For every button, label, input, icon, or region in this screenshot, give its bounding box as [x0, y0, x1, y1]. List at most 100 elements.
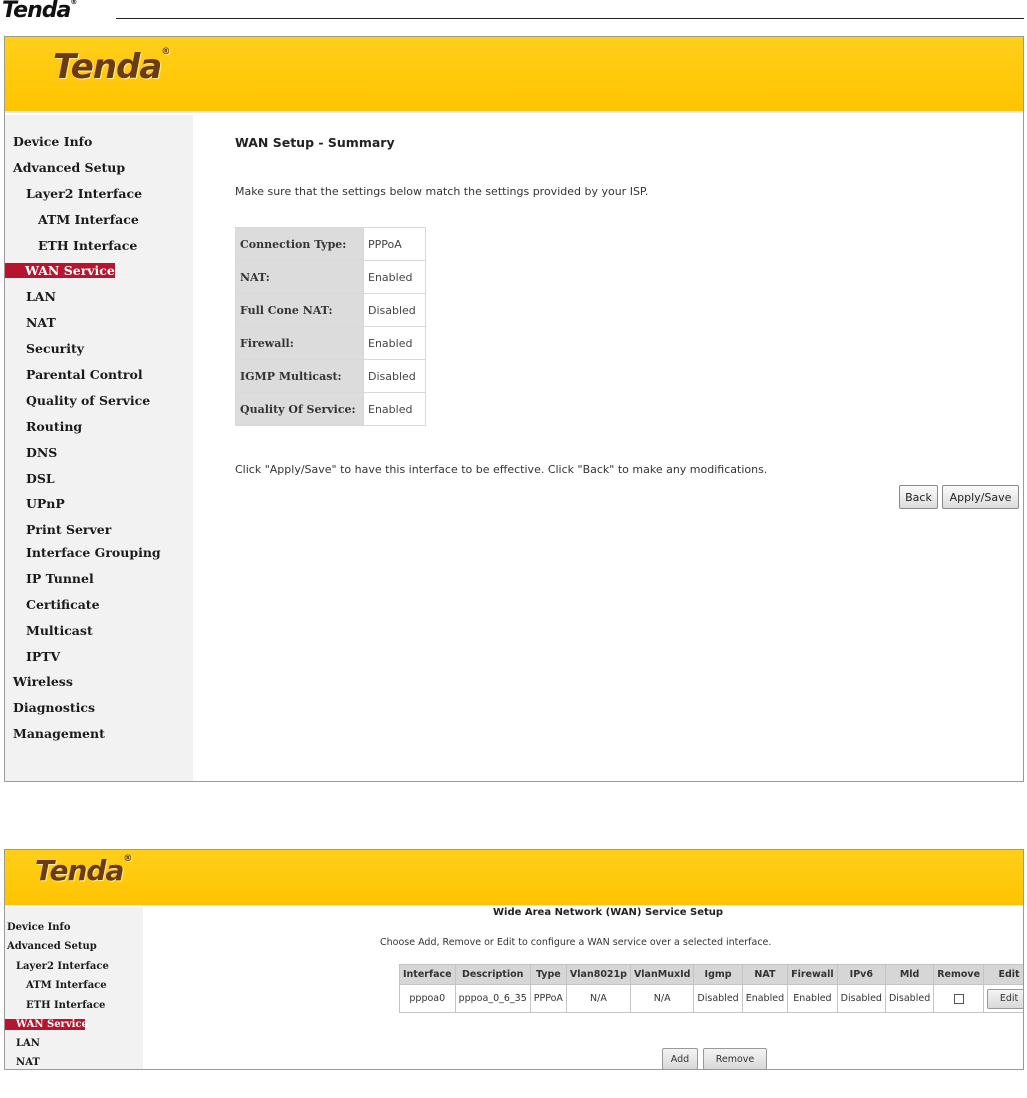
nav-ip-tunnel[interactable]: IP Tunnel	[26, 571, 94, 586]
nav-parental-control[interactable]: Parental Control	[26, 367, 143, 382]
summary-label: Firewall:	[235, 326, 364, 360]
cell-vlan8021p: N/A	[565, 984, 631, 1013]
summary-main: WAN Setup - Summary Make sure that the s…	[193, 115, 1023, 781]
nav-eth-interface[interactable]: ETH Interface	[38, 238, 137, 253]
cell-ipv6: Disabled	[836, 984, 886, 1013]
nav-wan-service[interactable]: WAN Service	[5, 1019, 88, 1030]
nav-atm-interface[interactable]: ATM Interface	[26, 980, 107, 991]
header-rule	[116, 18, 1024, 19]
nav-iptv[interactable]: IPTV	[26, 649, 60, 664]
nav-security[interactable]: Security	[26, 341, 84, 356]
nav-device-info[interactable]: Device Info	[7, 922, 71, 933]
summary-row: NAT: Enabled	[235, 260, 426, 294]
nav-lan[interactable]: LAN	[16, 1038, 40, 1049]
col-type: Type	[529, 964, 567, 985]
summary-value: Enabled	[363, 260, 426, 294]
nav-advanced-setup[interactable]: Advanced Setup	[7, 941, 97, 952]
summary-row: Full Cone NAT: Disabled	[235, 293, 426, 327]
summary-value: PPPoA	[363, 227, 426, 261]
wan-summary-screenshot: Tenda® Device Info Advanced Setup Layer2…	[4, 36, 1024, 782]
summary-row: Connection Type: PPPoA	[235, 227, 426, 261]
wan-service-screenshot: Tenda® Device Info Advanced Setup Layer2…	[4, 849, 1024, 1070]
apply-save-button[interactable]: Apply/Save	[942, 485, 1019, 509]
summary-value: Enabled	[363, 392, 426, 426]
nav-dns[interactable]: DNS	[26, 445, 57, 460]
col-igmp: Igmp	[693, 964, 743, 985]
summary-row: IGMP Multicast: Disabled	[235, 359, 426, 393]
sidebar-nav: Device Info Advanced Setup Layer2 Interf…	[5, 115, 193, 781]
document-header: Tenda®	[0, 0, 1027, 24]
nav-quality-of-service[interactable]: Quality of Service	[26, 393, 150, 408]
nav-diagnostics[interactable]: Diagnostics	[13, 700, 95, 715]
nav-dsl[interactable]: DSL	[26, 471, 55, 486]
nav-multicast[interactable]: Multicast	[26, 623, 93, 638]
summary-value: Enabled	[363, 326, 426, 360]
summary-label: Quality Of Service:	[235, 392, 364, 426]
summary-value: Disabled	[363, 293, 426, 327]
summary-intro: Make sure that the settings below match …	[235, 185, 649, 198]
table-row: pppoa0 pppoa_0_6_35 PPPoA N/A N/A Disabl…	[399, 984, 1023, 1013]
brand-logo: Tenda®	[35, 854, 132, 887]
top-banner: Tenda®	[5, 850, 1023, 906]
col-edit: Edit	[983, 964, 1023, 985]
add-button[interactable]: Add	[662, 1048, 698, 1069]
nav-certificate[interactable]: Certificate	[26, 597, 100, 612]
cell-description: pppoa_0_6_35	[454, 984, 531, 1013]
cell-edit: Edit	[983, 984, 1023, 1013]
nav-routing[interactable]: Routing	[26, 419, 82, 434]
nav-nat[interactable]: NAT	[16, 1057, 40, 1068]
cell-vlanmuxid: N/A	[629, 984, 695, 1013]
nav-atm-interface[interactable]: ATM Interface	[38, 212, 139, 227]
summary-label: Connection Type:	[235, 227, 364, 261]
back-button[interactable]: Back	[899, 485, 938, 509]
nav-layer2-interface[interactable]: Layer2 Interface	[26, 186, 142, 201]
cell-firewall: Enabled	[787, 984, 838, 1013]
nav-upnp[interactable]: UPnP	[26, 496, 65, 511]
remove-checkbox[interactable]	[953, 993, 964, 1004]
nav-device-info[interactable]: Device Info	[13, 134, 92, 149]
summary-value: Disabled	[363, 359, 426, 393]
col-vlan8021p: Vlan8021p	[565, 964, 631, 985]
edit-button[interactable]: Edit	[987, 988, 1023, 1009]
apply-note: Click "Apply/Save" to have this interfac…	[235, 463, 768, 476]
cell-mld: Disabled	[884, 984, 935, 1013]
summary-label: NAT:	[235, 260, 364, 294]
cell-nat: Enabled	[741, 984, 789, 1013]
nav-interface-grouping[interactable]: Interface Grouping	[26, 545, 161, 560]
table-header-row: Interface Description Type Vlan8021p Vla…	[399, 964, 1023, 985]
nav-management[interactable]: Management	[13, 726, 105, 741]
col-vlanmuxid: VlanMuxId	[629, 964, 695, 985]
nav-layer2-interface[interactable]: Layer2 Interface	[16, 961, 109, 972]
nav-lan[interactable]: LAN	[26, 289, 56, 304]
col-interface: Interface	[399, 964, 456, 985]
nav-print-server[interactable]: Print Server	[26, 522, 111, 537]
col-description: Description	[454, 964, 531, 985]
nav-wireless[interactable]: Wireless	[13, 674, 73, 689]
summary-label: IGMP Multicast:	[235, 359, 364, 393]
summary-row: Quality Of Service: Enabled	[235, 392, 426, 426]
brand-logo: Tenda®	[53, 47, 170, 87]
wan-setup-intro: Choose Add, Remove or Edit to configure …	[380, 937, 772, 948]
summary-label: Full Cone NAT:	[235, 293, 364, 327]
nav-advanced-setup[interactable]: Advanced Setup	[13, 160, 125, 175]
wan-service-table: Interface Description Type Vlan8021p Vla…	[399, 964, 1023, 1013]
summary-row: Firewall: Enabled	[235, 326, 426, 360]
cell-igmp: Disabled	[693, 984, 743, 1013]
col-nat: NAT	[741, 964, 789, 985]
document-logo: Tenda®	[2, 0, 77, 23]
cell-remove	[933, 984, 985, 1013]
nav-eth-interface[interactable]: ETH Interface	[26, 1000, 105, 1011]
summary-table: Connection Type: PPPoA NAT: Enabled Full…	[235, 227, 426, 426]
nav-nat[interactable]: NAT	[26, 315, 56, 330]
sidebar-nav: Device Info Advanced Setup Layer2 Interf…	[5, 907, 143, 1069]
wan-setup-title: Wide Area Network (WAN) Service Setup	[493, 907, 724, 918]
col-remove: Remove	[933, 964, 985, 985]
remove-button[interactable]: Remove	[703, 1048, 767, 1069]
col-mld: Mld	[884, 964, 935, 985]
top-banner: Tenda®	[5, 37, 1023, 113]
wan-service-main: Wide Area Network (WAN) Service Setup Ch…	[143, 907, 1023, 1069]
col-ipv6: IPv6	[836, 964, 886, 985]
nav-wan-service[interactable]: WAN Service	[5, 263, 115, 278]
col-firewall: Firewall	[787, 964, 838, 985]
page-title: WAN Setup - Summary	[235, 135, 395, 150]
